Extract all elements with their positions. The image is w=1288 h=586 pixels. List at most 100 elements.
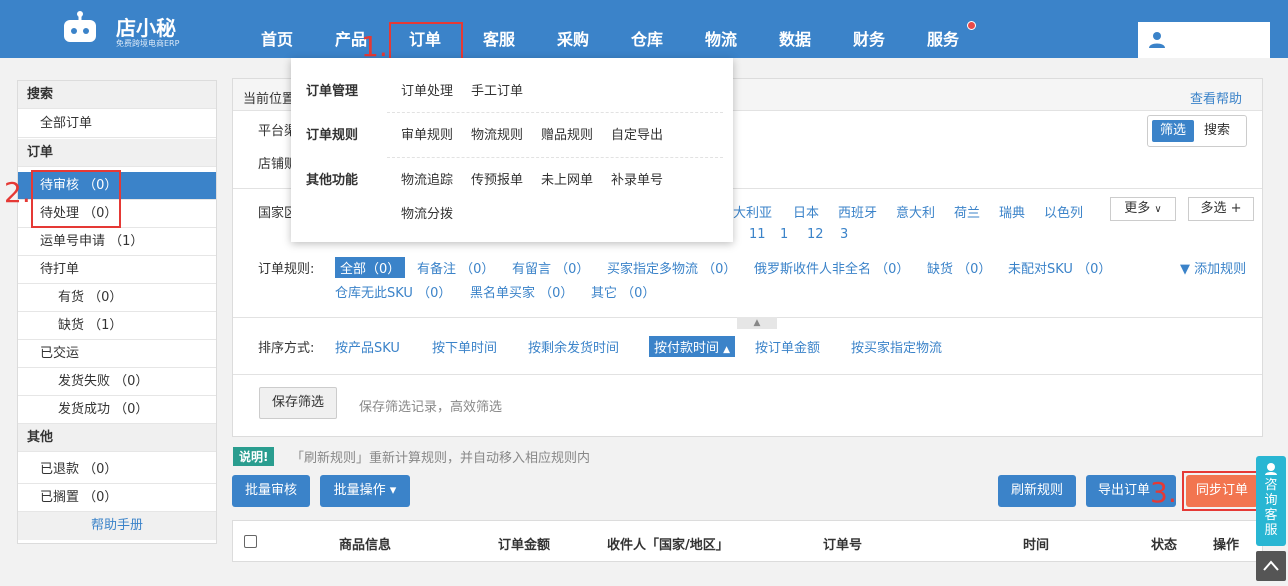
col-actions: 操作 <box>1213 538 1240 553</box>
filter-search-toggle: 筛选 搜索 <box>1147 115 1247 147</box>
scroll-top-button[interactable] <box>1256 551 1286 581</box>
help-link[interactable]: 查看帮助 <box>1190 88 1242 107</box>
menu-item-order-process[interactable]: 订单处理 <box>401 80 453 99</box>
refresh-rules-button[interactable]: 刷新规则 <box>998 475 1076 507</box>
country-spain[interactable]: 西班牙 <box>838 202 877 221</box>
sidebar-head-orders: 订单 <box>18 139 216 167</box>
sidebar-item-out-of-stock[interactable]: 缺货 （1） <box>18 312 216 340</box>
col-time: 时间 <box>1023 538 1050 553</box>
sidebar-item-all-orders[interactable]: 全部订单 <box>18 110 216 138</box>
country-count[interactable]: 11 <box>749 227 766 242</box>
multi-select-button[interactable]: 多选 + <box>1188 197 1254 221</box>
logo-subtitle: 免费跨境电商ERP <box>116 39 180 48</box>
select-all-checkbox[interactable] <box>244 535 257 548</box>
menu-item-gift-rules[interactable]: 赠品规则 <box>541 124 593 143</box>
logo-text[interactable]: 店小秘 <box>116 12 176 41</box>
menu-item-tracking[interactable]: 物流追踪 <box>401 169 453 188</box>
annotation-2: 2. <box>4 176 31 209</box>
sidebar-head-other: 其他 <box>18 424 216 452</box>
country-israel[interactable]: 以色列 <box>1044 202 1083 221</box>
menu-item-not-online[interactable]: 未上网单 <box>541 169 593 188</box>
nav-warehouse[interactable]: 仓库 <box>631 26 663 50</box>
sidebar-item-shipped[interactable]: 已交运 <box>18 340 216 368</box>
col-recipient: 收件人「国家/地区」 <box>607 538 729 553</box>
rule-out-of-stock[interactable]: 缺货 （0） <box>927 258 991 277</box>
menu-group-order-rules: 订单规则 <box>306 128 359 143</box>
rule-has-message[interactable]: 有留言 （0） <box>512 258 589 277</box>
menu-item-fill-number[interactable]: 补录单号 <box>611 169 663 188</box>
sort-by-payment-time[interactable]: 按付款时间 ▲ <box>649 336 736 357</box>
country-count[interactable]: 3 <box>840 227 848 242</box>
nav-purchase[interactable]: 采购 <box>557 26 589 50</box>
nav-data[interactable]: 数据 <box>779 26 811 50</box>
nav-home[interactable]: 首页 <box>261 26 293 50</box>
sidebar-item-on-hold[interactable]: 已搁置 （0） <box>18 484 216 512</box>
user-menu[interactable] <box>1138 22 1270 58</box>
menu-item-review-rules[interactable]: 审单规则 <box>401 124 453 143</box>
col-product-info: 商品信息 <box>339 538 392 553</box>
menu-divider <box>387 112 723 113</box>
country-netherlands[interactable]: 荷兰 <box>954 202 980 221</box>
annotation-3: 3. <box>1150 476 1177 509</box>
country-count[interactable]: 1 <box>780 227 788 242</box>
menu-group-order-management: 订单管理 <box>306 84 359 99</box>
country-australia[interactable]: 大利亚 <box>733 202 772 221</box>
annotation-box-sync <box>1182 471 1260 511</box>
user-icon <box>1148 31 1166 49</box>
menu-item-forecast[interactable]: 传预报单 <box>471 169 523 188</box>
annotation-box-sidebar <box>31 170 121 228</box>
rule-russia-name[interactable]: 俄罗斯收件人非全名 （0） <box>754 258 909 277</box>
sidebar-item-ship-failed[interactable]: 发货失败 （0） <box>18 368 216 396</box>
rule-unpaired-sku[interactable]: 未配对SKU （0） <box>1008 258 1111 277</box>
menu-item-logistics-split[interactable]: 物流分拨 <box>401 203 453 222</box>
menu-item-manual-order[interactable]: 手工订单 <box>471 80 523 99</box>
country-count[interactable]: 12 <box>807 227 824 242</box>
sidebar-item-tracking-apply[interactable]: 运单号申请 （1） <box>18 228 216 256</box>
sidebar-item-ship-success[interactable]: 发货成功 （0） <box>18 396 216 424</box>
rule-has-note[interactable]: 有备注 （0） <box>417 258 494 277</box>
chevron-down-icon: ∨ <box>1154 204 1162 215</box>
nav-logistics[interactable]: 物流 <box>705 26 737 50</box>
notice-text: 「刷新规则」重新计算规则，并自动移入相应规则内 <box>291 451 591 466</box>
tab-search[interactable]: 搜索 <box>1204 120 1230 142</box>
menu-group-other: 其他功能 <box>306 173 359 188</box>
chat-icon <box>1264 462 1278 476</box>
sidebar-help-link[interactable]: 帮助手册 <box>18 512 216 540</box>
sidebar-item-to-print[interactable]: 待打单 <box>18 256 216 284</box>
nav-finance[interactable]: 财务 <box>853 26 885 50</box>
chevron-up-icon <box>1263 560 1279 571</box>
add-rule-link[interactable]: ▼ 添加规则 <box>1180 258 1246 277</box>
sort-up-icon: ▲ <box>723 345 731 355</box>
sort-by-order-time[interactable]: 按下单时间 <box>432 337 497 356</box>
sort-by-buyer-logistics[interactable]: 按买家指定物流 <box>851 337 942 356</box>
more-label: 更多 <box>1124 201 1151 216</box>
menu-item-custom-export[interactable]: 自定导出 <box>611 124 663 143</box>
robot-logo-icon[interactable] <box>62 10 98 46</box>
batch-operations-button[interactable]: 批量操作 ▾ <box>320 475 410 507</box>
rule-multi-logistics[interactable]: 买家指定多物流 （0） <box>607 258 736 277</box>
batch-review-button[interactable]: 批量审核 <box>232 475 310 507</box>
nav-services[interactable]: 服务 <box>927 26 959 50</box>
save-filter-button[interactable]: 保存筛选 <box>259 387 337 419</box>
rule-other[interactable]: 其它 （0） <box>591 282 655 301</box>
rule-no-sku[interactable]: 仓库无此SKU （0） <box>335 282 451 301</box>
menu-divider <box>387 157 723 158</box>
customer-service-tab[interactable]: 咨询客服 <box>1256 456 1286 546</box>
nav-customer-service[interactable]: 客服 <box>483 26 515 50</box>
sort-by-remaining-time[interactable]: 按剩余发货时间 <box>528 337 619 356</box>
collapse-up-icon[interactable]: ▲ <box>737 317 777 329</box>
country-italy[interactable]: 意大利 <box>896 202 935 221</box>
tab-filter[interactable]: 筛选 <box>1152 120 1194 142</box>
rule-label: 订单规则: <box>258 262 315 277</box>
rule-blacklist[interactable]: 黑名单买家 （0） <box>470 282 573 301</box>
sidebar-item-refunded[interactable]: 已退款 （0） <box>18 456 216 484</box>
more-countries-button[interactable]: 更多 ∨ <box>1110 197 1176 221</box>
sort-payment-label: 按付款时间 <box>654 341 720 356</box>
menu-item-logistics-rules[interactable]: 物流规则 <box>471 124 523 143</box>
rule-all[interactable]: 全部（0） <box>335 257 406 278</box>
sort-by-amount[interactable]: 按订单金额 <box>755 337 820 356</box>
sidebar-item-in-stock[interactable]: 有货 （0） <box>18 284 216 312</box>
country-sweden[interactable]: 瑞典 <box>999 202 1025 221</box>
sort-by-sku[interactable]: 按产品SKU <box>335 337 400 356</box>
country-japan[interactable]: 日本 <box>793 202 819 221</box>
